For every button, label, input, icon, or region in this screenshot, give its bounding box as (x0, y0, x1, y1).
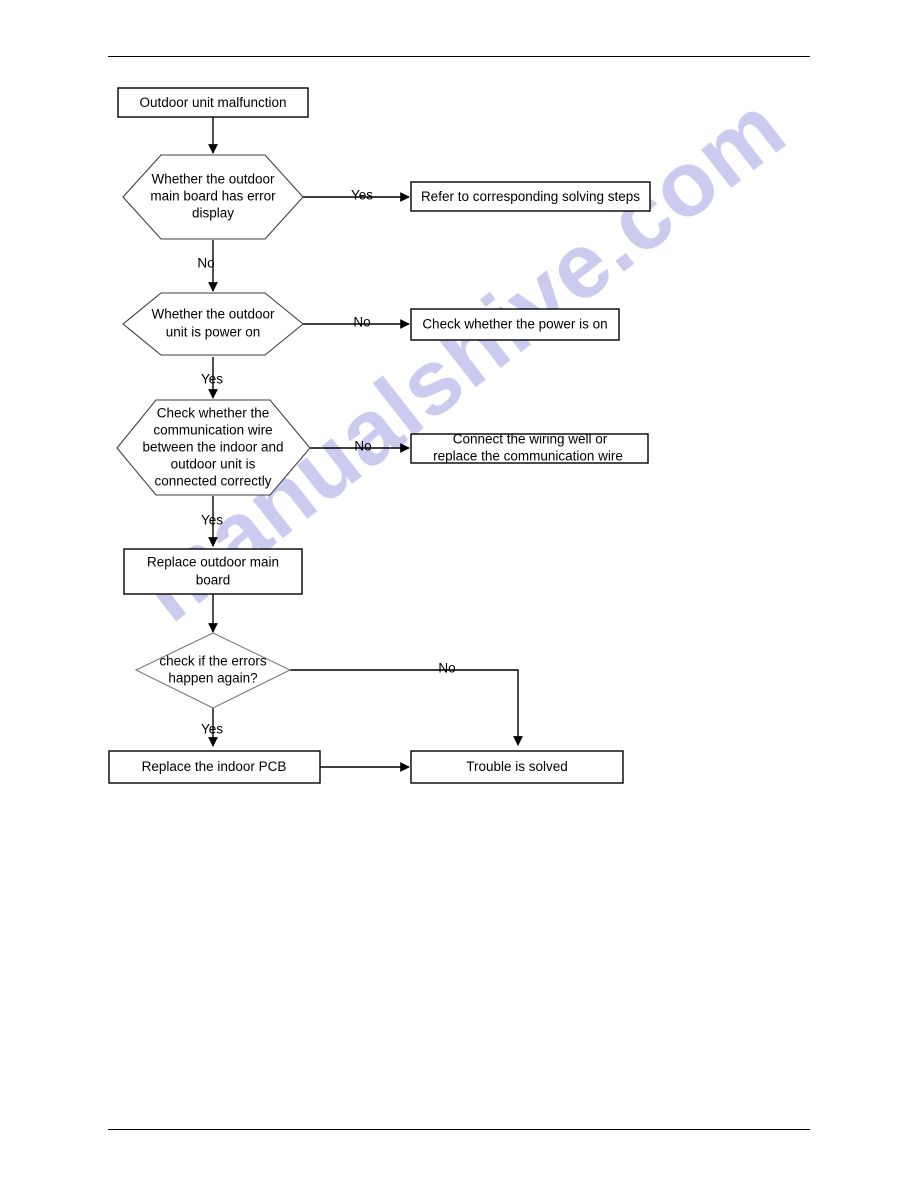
node-label-line1: Connect the wiring well or (453, 432, 608, 447)
node-label: Trouble is solved (466, 759, 568, 774)
node-label-line1: Whether the outdoor (151, 172, 275, 187)
node-replace-indoor-pcb[interactable]: Replace the indoor PCB (108, 750, 321, 784)
edge-label-no-4: No (438, 661, 455, 676)
node-main-board-error-display[interactable]: Whether the outdoor main board has error… (122, 154, 304, 240)
edge-label-yes-4: Yes (201, 722, 223, 737)
flowchart: Yes No No Yes No Yes No Yes Outdoor unit… (108, 87, 651, 784)
node-label-line2: unit is power on (166, 325, 261, 340)
node-refer-solving-steps[interactable]: Refer to corresponding solving steps (410, 181, 651, 212)
edge-n9-n11 (290, 669, 523, 746)
node-label-line2: main board has error (150, 189, 276, 204)
node-label: Check whether the power is on (422, 317, 607, 332)
node-label-line1: Whether the outdoor (151, 307, 275, 322)
node-trouble-is-solved[interactable]: Trouble is solved (410, 750, 624, 784)
edge-label-yes-3: Yes (201, 513, 223, 528)
edge-label-yes-2: Yes (201, 372, 223, 387)
node-label: Replace the indoor PCB (142, 759, 287, 774)
edge-label-no-2: No (353, 315, 370, 330)
node-check-errors-happen-again[interactable]: check if the errors happen again? (134, 632, 292, 709)
node-outdoor-unit-malfunction[interactable]: Outdoor unit malfunction (117, 87, 309, 118)
node-label-line2: happen again? (168, 671, 257, 686)
node-connect-wiring-or-replace-wire[interactable]: Connect the wiring well or replace the c… (410, 432, 649, 464)
node-label-line3: display (192, 206, 234, 221)
page-canvas: manualshive.com Yes No No Yes No Yes No … (0, 0, 918, 1188)
node-label-line1: Replace outdoor main (147, 555, 279, 570)
node-label-line1: check if the errors (159, 654, 267, 669)
node-label: Outdoor unit malfunction (139, 95, 286, 110)
node-label-line4: outdoor unit is (171, 457, 256, 472)
node-replace-outdoor-main-board[interactable]: Replace outdoor main board (123, 548, 303, 595)
node-label-line5: connected correctly (154, 474, 271, 489)
edge-label-yes-1: Yes (351, 188, 373, 203)
node-label-line1: Check whether the (157, 406, 270, 421)
node-label-line2: board (196, 573, 231, 588)
node-label-line2: replace the communication wire (433, 449, 623, 464)
node-label-line2: communication wire (153, 423, 272, 438)
node-label: Refer to corresponding solving steps (421, 189, 640, 204)
node-check-communication-wire[interactable]: Check whether the communication wire bet… (116, 399, 311, 496)
node-label-line3: between the indoor and (142, 440, 283, 455)
node-check-power-on[interactable]: Check whether the power is on (410, 308, 620, 341)
edge-label-no-3: No (354, 439, 371, 454)
node-outdoor-unit-power-on[interactable]: Whether the outdoor unit is power on (122, 292, 304, 356)
edge-label-no-1: No (197, 256, 214, 271)
